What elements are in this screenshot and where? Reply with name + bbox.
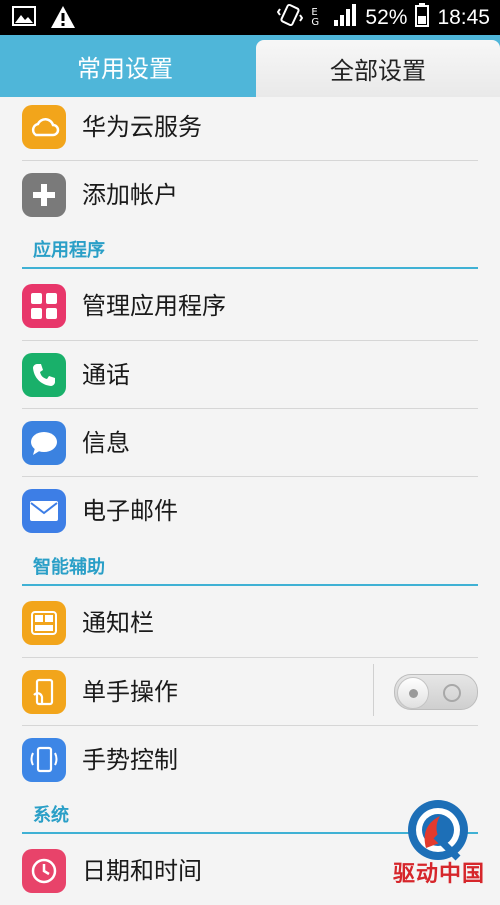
watermark-logo: 驱动中国 [380,796,498,888]
clock-icon [22,849,66,893]
mail-icon [22,489,66,533]
tab-all-settings[interactable]: 全部设置 [256,40,500,97]
section-header-smart-assist: 智能辅助 [0,550,500,586]
list-item-messages[interactable]: 信息 [0,409,500,477]
add-icon [22,173,66,217]
signal-icon [333,3,357,32]
calls-label: 通话 [82,361,130,389]
section-title-smart-assist: 智能辅助 [33,557,105,578]
vibrate-icon [277,3,304,32]
battery-percent: 52% [365,5,408,29]
date-time-label: 日期和时间 [82,857,202,885]
cloud-service-label: 华为云服务 [82,113,202,141]
add-account-label: 添加帐户 [82,181,178,209]
section-title-system: 系统 [33,805,69,826]
list-item-email[interactable]: 电子邮件 [0,477,500,545]
toggle-separator [373,664,374,716]
messages-label: 信息 [82,429,130,457]
image-icon [12,5,36,33]
battery-icon [415,3,430,32]
notification-bar-label: 通知栏 [82,609,154,637]
status-bar: E G 52% 18:45 [0,0,500,35]
list-item-add-account[interactable]: 添加帐户 [0,161,500,229]
warning-icon [50,5,76,33]
list-item-calls[interactable]: 通话 [0,341,500,409]
list-item-manage-apps[interactable]: 管理应用程序 [0,272,500,340]
one-hand-label: 单手操作 [82,678,178,706]
cloud-icon [22,105,66,149]
one-hand-toggle[interactable] [394,674,478,710]
phone-icon [22,353,66,397]
section-title-apps: 应用程序 [33,240,105,261]
watermark-text: 驱动中国 [392,862,485,887]
apps-grid-icon [22,284,66,328]
gesture-icon [22,738,66,782]
tab-common-settings[interactable]: 常用设置 [0,35,250,97]
section-header-apps: 应用程序 [0,233,500,269]
notification-bar-icon [22,601,66,645]
section-divider [22,584,478,586]
toggle-off-indicator [443,684,461,702]
list-item-cloud-service[interactable]: 华为云服务 [0,93,500,161]
network-type: E G [311,6,320,28]
list-item-notification-bar[interactable]: 通知栏 [0,589,500,657]
list-item-one-hand-mode[interactable]: 单手操作 [0,658,500,726]
clock: 18:45 [437,5,490,29]
one-hand-icon [22,670,66,714]
email-label: 电子邮件 [82,497,178,525]
gesture-label: 手势控制 [82,746,178,774]
message-bubble-icon [22,421,66,465]
list-item-gesture-control[interactable]: 手势控制 [0,726,500,794]
section-divider [22,267,478,269]
manage-apps-label: 管理应用程序 [82,292,226,320]
toggle-knob [397,677,429,709]
settings-tab-bar: 常用设置 全部设置 [0,35,500,97]
